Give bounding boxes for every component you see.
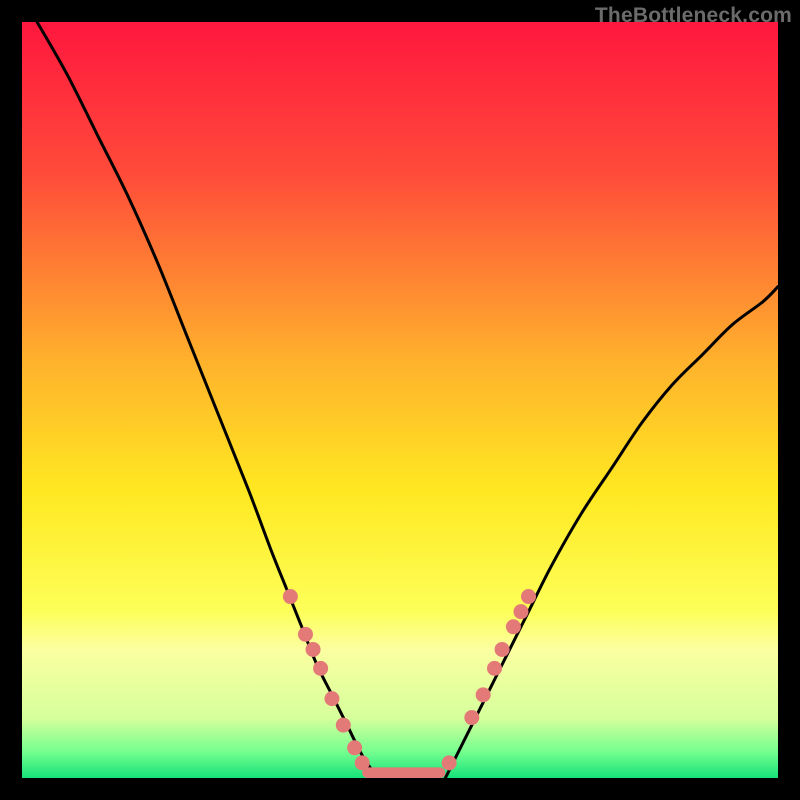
marker-dot <box>506 619 521 634</box>
marker-dot <box>313 661 328 676</box>
marker-dot <box>324 691 339 706</box>
marker-dot <box>347 740 362 755</box>
watermark-text: TheBottleneck.com <box>595 4 792 28</box>
marker-dot <box>487 661 502 676</box>
marker-dot <box>476 687 491 702</box>
marker-dot <box>306 642 321 657</box>
bottom-bar <box>362 767 445 778</box>
marker-dot <box>464 710 479 725</box>
gradient-background <box>22 22 778 778</box>
marker-dot <box>521 589 536 604</box>
marker-dot <box>495 642 510 657</box>
chart-frame <box>22 22 778 778</box>
marker-dot <box>513 604 528 619</box>
marker-dot <box>298 627 313 642</box>
marker-dot <box>283 589 298 604</box>
marker-dot <box>336 718 351 733</box>
marker-dot <box>355 755 370 770</box>
marker-dot <box>442 755 457 770</box>
bottleneck-chart <box>22 22 778 778</box>
bottom-bar-group <box>362 767 445 778</box>
